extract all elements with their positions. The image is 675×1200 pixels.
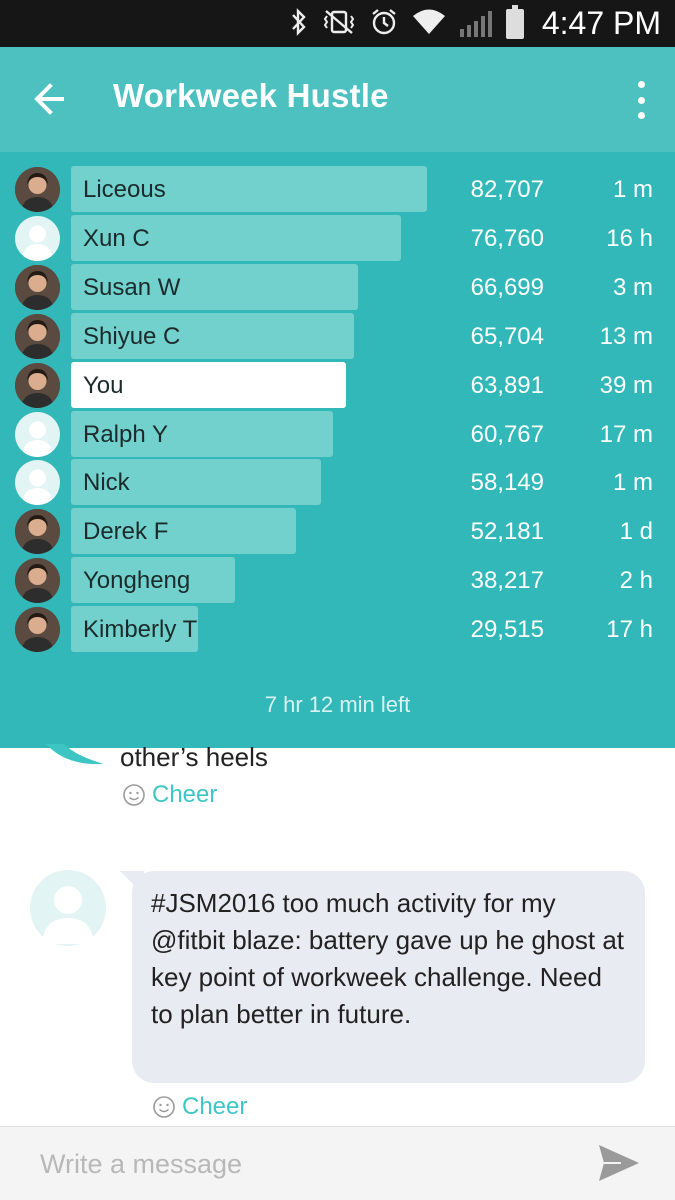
alarm-icon — [370, 8, 398, 40]
more-options-icon[interactable] — [633, 81, 649, 119]
participant-name: Nick — [83, 469, 130, 497]
smile-icon — [123, 784, 145, 806]
leaderboard-row[interactable]: Susan W 66,699 3 m — [0, 263, 675, 310]
message-bubble: #JSM2016 too much activity for my @fitbi… — [132, 871, 645, 1083]
last-sync-time: 17 h — [606, 616, 653, 644]
leaderboard-row[interactable]: Nick 58,149 1 m — [0, 459, 675, 506]
avatar[interactable] — [15, 313, 60, 359]
leaderboard-row[interactable]: Shiyue C 65,704 13 m — [0, 312, 675, 359]
avatar[interactable] — [15, 460, 60, 506]
participant-name: You — [83, 371, 124, 399]
participant-name: Liceous — [83, 176, 166, 203]
status-icons: 4:47 PM — [290, 0, 661, 47]
avatar[interactable] — [15, 167, 60, 212]
message-text: #JSM2016 too much activity for my @fitbi… — [151, 888, 625, 1029]
time-left-label: 7 hr 12 min left — [264, 692, 411, 717]
wifi-icon — [412, 9, 446, 39]
leaderboard-row[interactable]: You 63,891 39 m — [0, 361, 675, 408]
last-sync-time: 39 m — [599, 371, 653, 399]
app-header: Workweek Hustle — [0, 47, 675, 152]
page-title: Workweek Hustle — [113, 77, 389, 114]
step-count: 76,760 — [470, 224, 544, 252]
last-sync-time: 1 d — [619, 518, 653, 546]
step-count: 65,704 — [470, 322, 544, 350]
cheer-button[interactable]: Cheer — [122, 781, 217, 809]
smile-icon — [153, 1096, 175, 1118]
avatar[interactable] — [15, 215, 60, 261]
participant-name: Shiyue C — [83, 322, 181, 350]
participant-name: Yongheng — [83, 567, 191, 595]
message-input[interactable] — [40, 1141, 560, 1187]
cheer-label: Cheer — [152, 781, 218, 808]
avatar[interactable] — [15, 264, 60, 310]
avatar[interactable] — [15, 607, 60, 653]
avatar[interactable] — [15, 558, 60, 604]
battery-icon — [505, 4, 524, 39]
back-arrow-icon[interactable] — [28, 77, 76, 121]
step-count: 29,515 — [470, 616, 544, 644]
leaderboard-row[interactable]: Yongheng 38,217 2 h — [0, 557, 675, 604]
last-sync-time: 16 h — [606, 224, 653, 252]
step-count: 66,699 — [470, 273, 544, 301]
status-bar: 4:47 PM — [0, 0, 675, 47]
last-sync-time: 3 m — [612, 273, 653, 301]
leaderboard: Liceous 82,707 1 m Xun C 76,760 16 h Susan W 66… — [0, 152, 675, 748]
cheer-button[interactable]: Cheer — [152, 1093, 247, 1121]
participant-name: Susan W — [83, 273, 181, 301]
status-time: 4:47 PM — [541, 5, 661, 41]
step-count: 60,767 — [470, 420, 544, 448]
participant-name: Kimberly T — [83, 616, 198, 644]
bluetooth-icon — [290, 7, 308, 40]
avatar[interactable] — [15, 362, 60, 408]
avatar[interactable] — [15, 509, 60, 555]
signal-icon — [459, 10, 492, 37]
send-icon[interactable] — [597, 1141, 641, 1185]
message-composer — [0, 1126, 675, 1200]
message-avatar-partial — [46, 744, 106, 770]
vibrate-mute-icon — [322, 8, 356, 40]
step-count: 52,181 — [470, 518, 544, 546]
participant-name: Ralph Y — [83, 420, 168, 448]
leaderboard-row[interactable]: Liceous 82,707 1 m — [0, 166, 675, 212]
avatar[interactable] — [30, 870, 106, 946]
last-sync-time: 1 m — [612, 176, 653, 203]
leaderboard-row[interactable]: Xun C 76,760 16 h — [0, 214, 675, 261]
step-count: 63,891 — [470, 371, 544, 399]
cheer-label: Cheer — [182, 1093, 248, 1120]
step-count: 82,707 — [470, 176, 544, 203]
leaderboard-row[interactable]: Kimberly T 29,515 17 h — [0, 606, 675, 653]
avatar[interactable] — [15, 411, 60, 457]
leaderboard-row[interactable]: Derek F 52,181 1 d — [0, 508, 675, 555]
last-sync-time: 13 m — [599, 322, 653, 350]
participant-name: Derek F — [83, 518, 169, 546]
last-sync-time: 17 m — [599, 420, 653, 448]
step-count: 58,149 — [470, 469, 544, 497]
last-sync-time: 1 m — [612, 469, 653, 497]
step-count: 38,217 — [470, 567, 544, 595]
leaderboard-row[interactable]: Ralph Y 60,767 17 m — [0, 410, 675, 457]
last-sync-time: 2 h — [619, 567, 653, 595]
message-text-partial: other’s heels — [120, 742, 268, 772]
participant-name: Xun C — [83, 224, 150, 252]
